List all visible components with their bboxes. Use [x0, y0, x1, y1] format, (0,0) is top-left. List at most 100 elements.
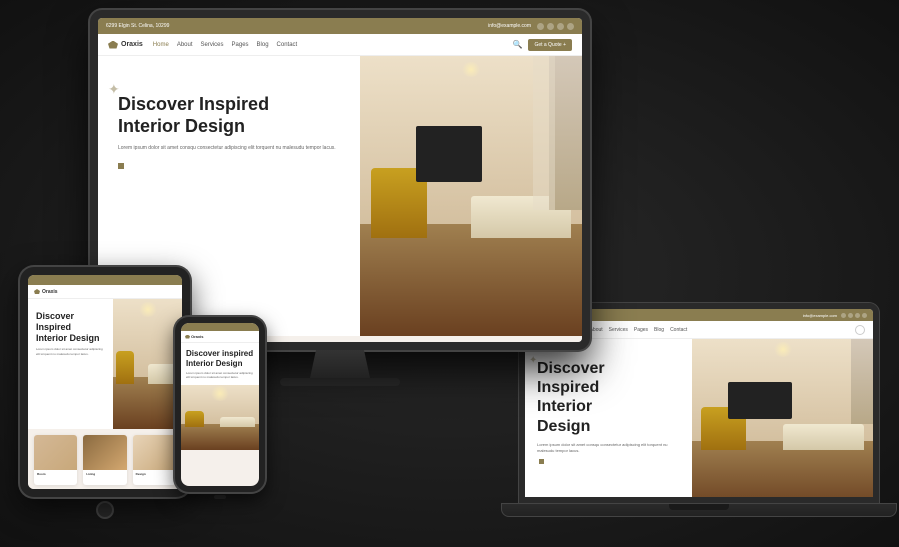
- phone-brand-name: Oraxis: [191, 334, 203, 339]
- tablet-hero-image: [113, 299, 182, 429]
- tablet-hero-subtitle: Lorem ipsum dolor sit amet consectetur a…: [36, 347, 105, 355]
- tablet-logo-icon: [34, 289, 40, 294]
- twitter-icon: [547, 23, 554, 30]
- phone-hero-image: [181, 385, 259, 450]
- tablet-cards-row: Room Living Design: [28, 429, 182, 489]
- phone-room-chairs: [185, 411, 205, 427]
- laptop-fb-icon: [841, 313, 846, 318]
- laptop-search-icon[interactable]: [855, 325, 865, 335]
- monitor-cta-button[interactable]: Get a Quote +: [528, 39, 572, 51]
- tablet-card-2-image: [83, 435, 126, 470]
- laptop-room-curtain: [851, 339, 873, 424]
- tablet-card-3-image: [133, 435, 176, 470]
- laptop-hero-subtitle: Lorem ipsum dolor sit amet consqu consec…: [537, 442, 680, 454]
- phone-room-floor: [181, 424, 259, 450]
- scene: 6299 Elgin St. Celina, 10299 info@exampl…: [0, 0, 899, 547]
- laptop-social-icons: [841, 313, 867, 318]
- room-window: [533, 56, 555, 210]
- phone-room-sofa: [220, 417, 255, 427]
- tablet-card-2: Living: [83, 435, 126, 485]
- laptop-room-tv: [728, 382, 791, 419]
- monitor-hero-title: Discover Inspired Interior Design: [118, 94, 340, 137]
- monitor-hero-right: [360, 56, 582, 336]
- phone-body: Oraxis Discover inspired Interior Design…: [175, 317, 265, 492]
- laptop-hero-image: [692, 339, 873, 497]
- phone-logo: Oraxis: [185, 334, 203, 339]
- phone-room-interior: [181, 385, 259, 450]
- monitor-navbar: Oraxis Home About Services Pages Blog Co…: [98, 34, 582, 56]
- monitor-nav-pages[interactable]: Pages: [232, 42, 249, 48]
- laptop-tw-icon: [848, 313, 853, 318]
- tablet-body: Oraxis Discover Inspired Interior Design…: [20, 267, 190, 497]
- laptop-nav-links[interactable]: Home About Services Pages Blog Contact: [570, 327, 847, 333]
- laptop-nav-contact[interactable]: Contact: [670, 327, 687, 333]
- phone-room-chandelier: [210, 386, 230, 401]
- monitor-nav-services[interactable]: Services: [201, 42, 224, 48]
- tablet-hero-right: [113, 299, 182, 429]
- laptop-room-sofa: [783, 424, 864, 450]
- monitor-nav-about[interactable]: About: [177, 42, 193, 48]
- laptop-nav-about[interactable]: About: [590, 327, 603, 333]
- instagram-icon: [567, 23, 574, 30]
- social-icons: [537, 23, 574, 30]
- tablet-room-chandelier: [138, 302, 158, 317]
- laptop-nav-blog[interactable]: Blog: [654, 327, 664, 333]
- monitor-nav-contact[interactable]: Contact: [277, 42, 298, 48]
- pinterest-icon: [557, 23, 564, 30]
- phone-navbar: Oraxis: [181, 331, 259, 343]
- laptop-notch: [669, 504, 729, 510]
- room-floor: [360, 224, 582, 336]
- tablet-room-interior: [113, 299, 182, 429]
- hero-accent-dot: [118, 163, 124, 169]
- laptop-nav-services[interactable]: Services: [609, 327, 628, 333]
- room-chandelier: [461, 62, 481, 77]
- monitor-email: info@example.com: [488, 23, 531, 29]
- phone-logo-icon: [185, 335, 190, 339]
- monitor-logo: Oraxis: [108, 41, 143, 49]
- laptop-nav-pages[interactable]: Pages: [634, 327, 648, 333]
- tablet-card-2-title: Living: [83, 470, 126, 478]
- monitor-logo-icon: [108, 41, 118, 49]
- monitor-stand: [310, 350, 370, 378]
- phone-hero-image-inner: [181, 385, 259, 450]
- tablet: Oraxis Discover Inspired Interior Design…: [20, 267, 190, 497]
- monitor-nav-links[interactable]: Home About Services Pages Blog Contact: [153, 42, 503, 48]
- tablet-card-3-title: Design: [133, 470, 176, 478]
- tablet-topbar: [28, 275, 182, 285]
- monitor-search-icon[interactable]: 🔍: [512, 40, 522, 49]
- tablet-card-1-title: Room: [34, 470, 77, 478]
- phone-hero-title: Discover inspired Interior Design: [181, 343, 259, 371]
- phone-home-button[interactable]: [214, 495, 226, 499]
- laptop-email: info@example.com: [803, 313, 837, 318]
- monitor-brand-name: Oraxis: [121, 41, 143, 48]
- tablet-card-3: Design: [133, 435, 176, 485]
- tablet-card-1: Room: [34, 435, 77, 485]
- facebook-icon: [537, 23, 544, 30]
- tablet-room-sofa: [148, 364, 179, 384]
- phone-website: Oraxis Discover inspired Interior Design…: [181, 323, 259, 486]
- laptop-room-interior: [692, 339, 873, 497]
- star-decoration: ✦: [108, 81, 120, 98]
- phone-hero-subtitle: Lorem ipsum dolor sit amet consectetur a…: [181, 371, 259, 384]
- tablet-card-1-image: [34, 435, 77, 470]
- tablet-room-floor: [113, 377, 182, 429]
- laptop-body: [501, 503, 897, 517]
- tablet-hero: Discover Inspired Interior Design Lorem …: [28, 299, 182, 429]
- tablet-logo: Oraxis: [34, 289, 58, 295]
- monitor-nav-home[interactable]: Home: [153, 42, 169, 48]
- tablet-hero-left: Discover Inspired Interior Design Lorem …: [28, 299, 113, 429]
- monitor-address: 6299 Elgin St. Celina, 10299: [106, 23, 169, 29]
- tablet-home-button[interactable]: [96, 501, 114, 519]
- tablet-brand-name: Oraxis: [42, 289, 58, 295]
- laptop-room-chandelier: [773, 342, 793, 357]
- monitor-hero-subtitle: Lorem ipsum dolor sit amet consqu consec…: [118, 145, 340, 153]
- phone-home-button-area: [175, 495, 265, 499]
- monitor-topbar: 6299 Elgin St. Celina, 10299 info@exampl…: [98, 18, 582, 34]
- monitor-nav-blog[interactable]: Blog: [257, 42, 269, 48]
- laptop-hero-right: [692, 339, 873, 497]
- monitor-hero-image: [360, 56, 582, 336]
- room-tv: [416, 126, 483, 182]
- laptop-ig-icon: [862, 313, 867, 318]
- tablet-room-chairs: [116, 351, 133, 384]
- tablet-home-button-area: [20, 501, 190, 519]
